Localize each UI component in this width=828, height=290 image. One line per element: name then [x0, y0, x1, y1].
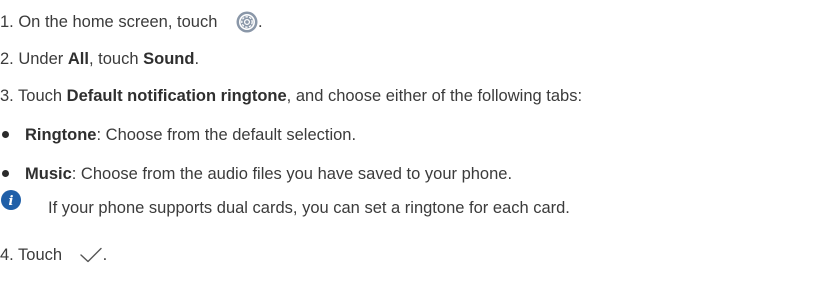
checkmark-icon: [79, 246, 103, 264]
step-3-default-notification: Default notification ringtone: [66, 87, 287, 105]
step-3-prefix: 3. Touch: [0, 87, 63, 105]
bullet-music: Music: Choose from the audio files you h…: [0, 163, 512, 185]
settings-icon: [236, 11, 258, 33]
step-1-suffix: .: [257, 13, 263, 31]
step-2-mid: , touch: [88, 50, 139, 68]
bullet-ringtone: Ringtone: Choose from the default select…: [0, 124, 356, 146]
bullet-ringtone-text: : Choose from the default selection.: [96, 126, 357, 144]
step-4-prefix: 4. Touch: [0, 246, 63, 264]
step-2: 2. Under All, touch Sound.: [0, 48, 199, 70]
bullet-dot-icon: [2, 170, 9, 177]
step-1: 1. On the home screen, touch .: [0, 11, 263, 33]
step-1-text: 1. On the home screen, touch: [0, 13, 218, 31]
step-2-suffix: .: [194, 50, 200, 68]
info-icon: i: [1, 190, 21, 210]
bullet-music-text: : Choose from the audio files you have s…: [71, 165, 513, 183]
step-4: 4. Touch .: [0, 244, 107, 266]
note-text: If your phone supports dual cards, you c…: [48, 199, 570, 217]
bullet-dot-icon: [2, 131, 9, 138]
bullet-ringtone-label: Ringtone: [25, 126, 97, 144]
step-4-suffix: .: [102, 246, 108, 264]
step-3: 3. Touch Default notification ringtone, …: [0, 85, 582, 107]
bullet-music-label: Music: [25, 165, 72, 183]
step-2-prefix: 2. Under: [0, 50, 64, 68]
step-2-sound: Sound: [143, 50, 195, 68]
step-2-all: All: [67, 50, 89, 68]
svg-text:i: i: [9, 194, 14, 209]
step-3-suffix: , and choose either of the following tab…: [286, 87, 583, 105]
